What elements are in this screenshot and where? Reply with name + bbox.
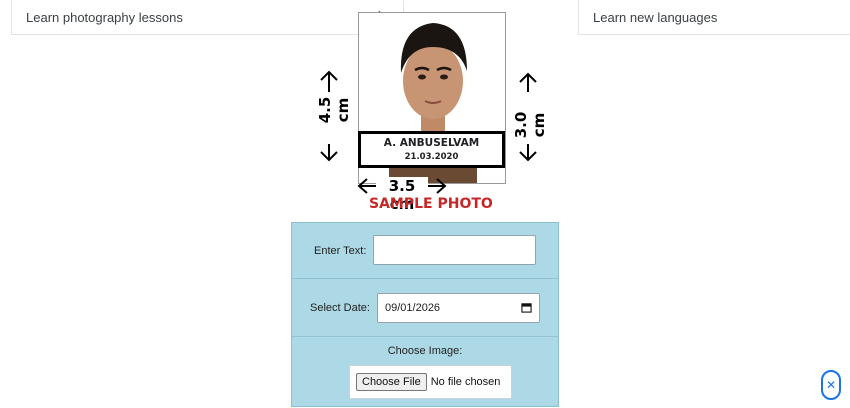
suggestion-card-languages[interactable]: Learn new languages	[578, 0, 850, 35]
calendar-icon[interactable]	[521, 302, 532, 313]
image-row: Choose Image: Choose File No file chosen	[292, 337, 558, 408]
suggestion-label: Learn photography lessons	[26, 9, 183, 25]
suggestion-label: Learn new languages	[593, 9, 718, 25]
date-label: Select Date:	[310, 302, 370, 314]
date-row: Select Date: 09/01/2026	[292, 279, 558, 337]
text-row: Enter Text:	[292, 223, 558, 279]
file-status: No file chosen	[430, 376, 501, 388]
suggestion-card-photography[interactable]: Learn photography lessons ›	[11, 0, 404, 35]
choose-file-button[interactable]: Choose File	[356, 373, 427, 391]
text-input[interactable]	[373, 235, 536, 265]
height-label-right: 3.0 cm	[512, 111, 548, 139]
sample-photo-title: SAMPLE PHOTO	[369, 196, 493, 212]
height-label-left: 4.5 cm	[316, 96, 352, 124]
file-input[interactable]: Choose File No file chosen	[349, 365, 512, 399]
date-value: 09/01/2026	[385, 302, 441, 314]
photo-name-box: A. ANBUSELVAM 21.03.2020	[358, 131, 505, 168]
date-input[interactable]: 09/01/2026	[377, 293, 540, 323]
photo-name: A. ANBUSELVAM	[383, 137, 480, 149]
photo-form: Enter Text: Select Date: 09/01/2026 Choo…	[291, 222, 559, 407]
photo-date: 21.03.2020	[404, 152, 459, 162]
image-label: Choose Image:	[387, 345, 463, 357]
close-icon[interactable]: ✕	[821, 370, 841, 400]
text-label: Enter Text:	[314, 245, 367, 257]
